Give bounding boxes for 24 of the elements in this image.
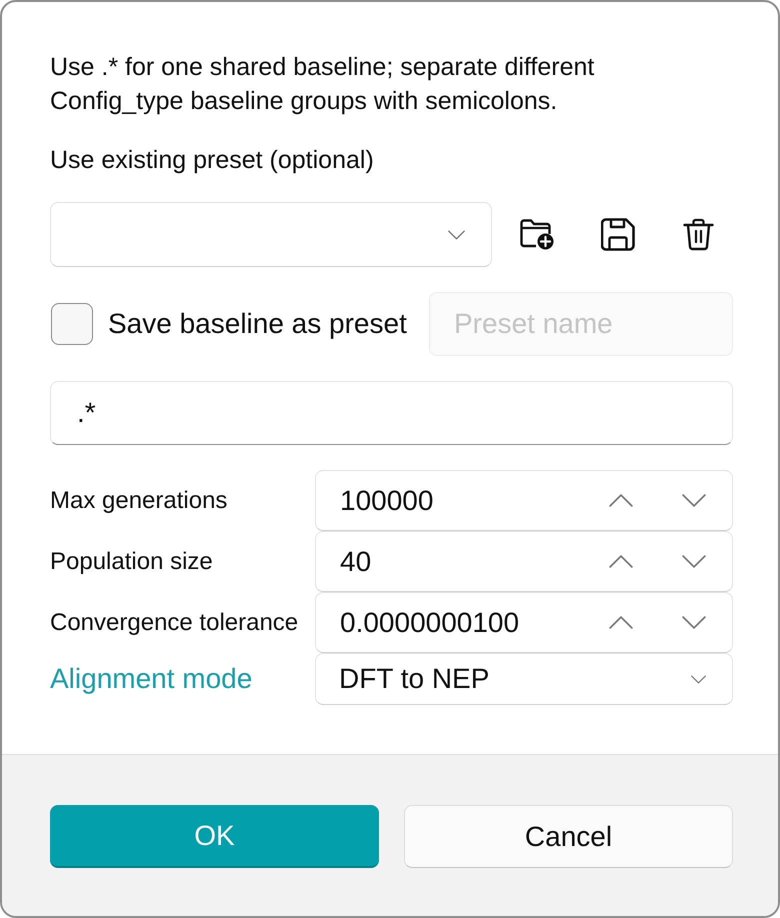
chevron-down-icon	[691, 674, 706, 684]
field-label: Convergence tolerance	[50, 608, 298, 636]
field-label: Use existing preset (optional)	[50, 145, 374, 176]
instruction-text: Use .* for one shared baseline; separate different Config_type baseline groups with semicolons.	[50, 52, 596, 117]
number-spinbox[interactable]: 40	[315, 531, 733, 592]
field-label: Max generations	[50, 486, 228, 514]
number-spinbox[interactable]: 0.0000000100	[315, 592, 733, 653]
number-spinbox[interactable]: 100000	[315, 470, 733, 531]
trash-can-icon[interactable]	[683, 218, 714, 251]
text-field[interactable]: .*	[50, 381, 733, 445]
cancel-button[interactable]: Cancel	[404, 805, 733, 868]
field-label: Population size	[50, 548, 213, 574]
chevron-up-icon[interactable]	[609, 555, 633, 568]
folder-plus-icon[interactable]	[520, 219, 554, 250]
chevron-up-icon[interactable]	[609, 616, 633, 629]
checkbox[interactable]	[51, 303, 93, 345]
chevron-down-icon[interactable]	[682, 616, 706, 629]
field-label: Alignment mode	[50, 663, 252, 694]
dropdown[interactable]: DFT to NEP	[315, 653, 733, 705]
chevron-down-icon[interactable]	[682, 555, 706, 568]
chevron-up-icon[interactable]	[609, 494, 633, 507]
chevron-down-icon[interactable]	[682, 494, 706, 507]
chevron-down-icon	[448, 230, 465, 240]
checkbox-label: Save baseline as preset	[108, 308, 407, 340]
